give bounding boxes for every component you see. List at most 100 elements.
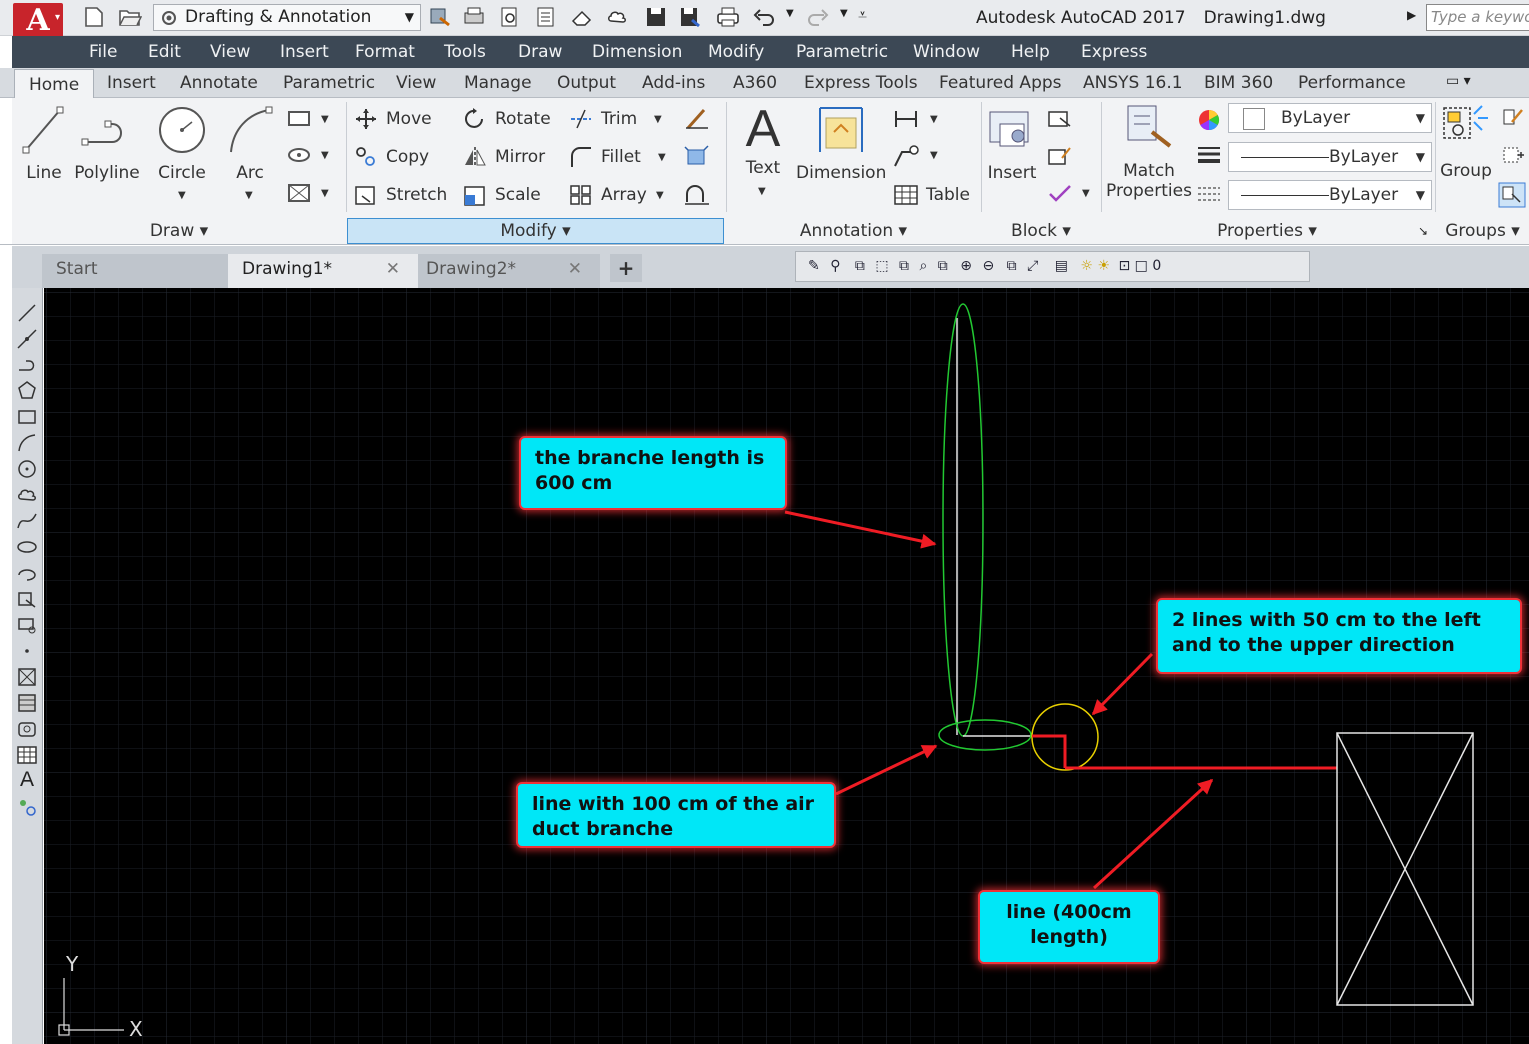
tab-home[interactable]: Home (14, 69, 95, 99)
polyline-tool-button[interactable]: Polyline (74, 104, 140, 183)
erase-icon[interactable] (684, 106, 710, 130)
menu-format[interactable]: Format (355, 36, 415, 68)
tab-express-tools[interactable]: Express Tools (804, 68, 918, 98)
menu-file[interactable]: File (89, 36, 117, 68)
insert-block-button[interactable]: Insert (986, 104, 1038, 183)
lineweight-dropdown[interactable]: ByLayer ▼ (1228, 180, 1432, 210)
eraser-icon[interactable] (570, 6, 594, 28)
rectangle-icon[interactable] (16, 406, 38, 428)
close-icon[interactable]: ✕ (568, 254, 582, 284)
cloud-icon[interactable] (606, 6, 630, 28)
stretch-button[interactable]: Stretch (354, 180, 447, 210)
menu-modify[interactable]: Modify (708, 36, 764, 68)
menu-view[interactable]: View (210, 36, 250, 68)
menu-edit[interactable]: Edit (148, 36, 181, 68)
search-input[interactable]: Type a keywo (1426, 4, 1529, 31)
revision-cloud-icon[interactable] (16, 484, 38, 506)
save-icon[interactable] (644, 6, 668, 28)
explode-icon[interactable] (684, 144, 710, 168)
draw-panel-title[interactable]: Draw ▾ (12, 219, 346, 243)
offset-icon[interactable] (684, 182, 710, 206)
group-button[interactable]: Group (1438, 102, 1494, 181)
workspace-selector[interactable]: Drafting & Annotation ▼ (153, 4, 421, 31)
transparency-icon[interactable] (1196, 182, 1222, 206)
tab-manage[interactable]: Manage (464, 68, 532, 98)
rectangle-icon[interactable] (286, 108, 312, 130)
chevron-down-icon[interactable]: ▼ (786, 8, 794, 19)
annotation-panel-title[interactable]: Annotation ▾ (727, 219, 980, 243)
linear-dimension-icon[interactable] (892, 108, 920, 130)
chevron-down-icon[interactable]: ▼ (178, 190, 186, 201)
menu-dimension[interactable]: Dimension (592, 36, 682, 68)
ellipse-icon[interactable] (286, 144, 312, 166)
sun-icon[interactable]: ☀ (1097, 258, 1110, 274)
mirror-button[interactable]: Mirror (463, 142, 545, 172)
group-edit-icon[interactable] (1500, 144, 1526, 168)
group-selection-icon[interactable] (1498, 182, 1526, 208)
menu-window[interactable]: Window (913, 36, 980, 68)
text-tool-button[interactable]: A Text ▼ (740, 100, 786, 197)
ungroup-icon[interactable] (1500, 106, 1526, 130)
edit-attributes-icon[interactable] (1046, 182, 1074, 206)
leader-icon[interactable] (892, 144, 920, 168)
hatch-icon[interactable] (286, 182, 312, 204)
tab-drawing2[interactable]: Drawing2* ✕ (412, 254, 600, 288)
tab-insert[interactable]: Insert (107, 68, 156, 98)
zoom-dynamic-icon[interactable]: ⬚ (875, 258, 888, 274)
ribbon-display-toggle-icon[interactable]: ▭ ▾ (1446, 73, 1471, 89)
insert-block-icon[interactable] (16, 588, 38, 610)
add-selected-icon[interactable] (16, 796, 38, 818)
construction-line-icon[interactable] (16, 328, 38, 350)
close-icon[interactable]: ✕ (386, 254, 400, 284)
zoom-all-icon[interactable]: ⧉ (1007, 258, 1017, 274)
undo-icon[interactable] (752, 6, 776, 28)
chevron-down-icon[interactable]: ▼ (840, 8, 848, 19)
gradient-icon[interactable] (16, 692, 38, 714)
save-as-icon[interactable] (678, 6, 702, 28)
tab-add-ins[interactable]: Add-ins (642, 68, 705, 98)
chevron-down-icon[interactable]: ▼ (658, 152, 666, 163)
tab-drawing1[interactable]: Drawing1* ✕ (228, 254, 418, 288)
color-wheel-icon[interactable] (1196, 108, 1222, 132)
publish-icon[interactable] (534, 6, 558, 28)
move-button[interactable]: Move (354, 104, 432, 134)
trim-button[interactable]: Trim (569, 104, 637, 134)
menu-help[interactable]: Help (1011, 36, 1050, 68)
edit-block-icon[interactable] (1046, 144, 1074, 168)
hatch-icon[interactable] (16, 666, 38, 688)
match-properties-button[interactable]: Match Properties (1104, 102, 1194, 201)
zoom-object-icon[interactable]: ⧉ (938, 258, 948, 274)
lineweight-icon[interactable] (1196, 144, 1222, 168)
fillet-button[interactable]: Fillet (569, 142, 641, 172)
rotate-button[interactable]: Rotate (463, 104, 551, 134)
lightbulb-icon[interactable]: ☼ (1080, 258, 1093, 274)
tab-bim-360[interactable]: BIM 360 (1204, 68, 1273, 98)
scale-button[interactable]: Scale (463, 180, 541, 210)
line-icon[interactable] (16, 302, 38, 324)
copy-button[interactable]: Copy (354, 142, 429, 172)
zoom-in-icon[interactable]: ⊕ (960, 258, 972, 274)
tab-view[interactable]: View (396, 68, 436, 98)
ellipse-arc-icon[interactable] (16, 562, 38, 584)
tab-annotate[interactable]: Annotate (180, 68, 258, 98)
current-layer[interactable]: 0 (1152, 258, 1161, 274)
ellipse-icon[interactable] (16, 536, 38, 558)
color-dropdown[interactable]: ByLayer ▼ (1228, 103, 1432, 133)
dialog-launcher-icon[interactable]: ↘ (1418, 224, 1428, 238)
region-icon[interactable] (16, 718, 38, 740)
chevron-down-icon[interactable]: ▼ (930, 114, 938, 125)
tab-parametric[interactable]: Parametric (283, 68, 375, 98)
tab-output[interactable]: Output (557, 68, 616, 98)
make-block-icon[interactable] (16, 614, 38, 636)
chevron-down-icon[interactable]: ▼ (321, 114, 329, 125)
tab-featured-apps[interactable]: Featured Apps (939, 68, 1062, 98)
circle-icon[interactable] (16, 458, 38, 480)
menu-parametric[interactable]: Parametric (796, 36, 888, 68)
zoom-extents-icon[interactable]: ⤢ (1027, 258, 1038, 274)
arc-tool-button[interactable]: Arc ▼ (225, 104, 275, 201)
new-file-icon[interactable] (82, 6, 106, 28)
chevron-down-icon[interactable]: ▼ (656, 190, 664, 201)
tab-ansys[interactable]: ANSYS 16.1 (1083, 68, 1183, 98)
table-button[interactable]: Table (894, 180, 970, 210)
search-expand-icon[interactable]: ▶ (1407, 8, 1416, 22)
